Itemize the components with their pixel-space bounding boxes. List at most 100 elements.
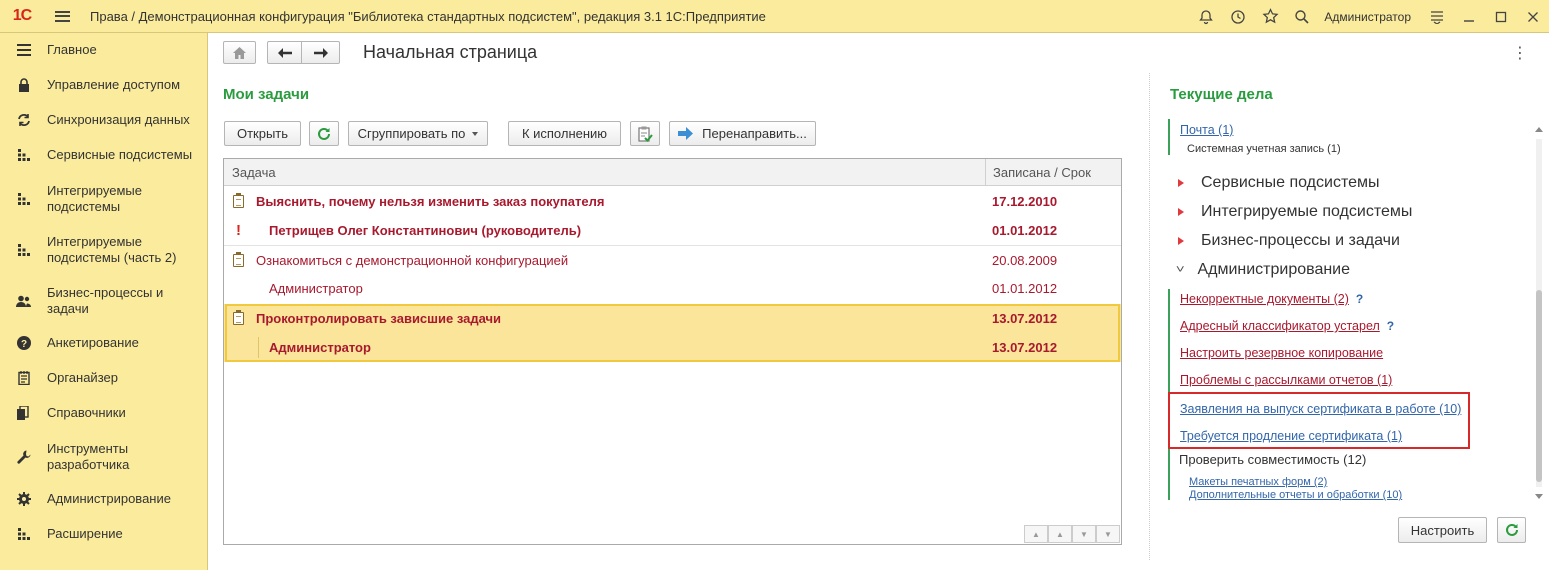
sidebar-item-integrated[interactable]: Интегрируемые подсистемы	[0, 182, 208, 216]
scroll-up-icon[interactable]: ▲	[1048, 525, 1072, 543]
caret-down-icon	[472, 131, 479, 136]
table-row-selected[interactable]: Администратор 13.07.2012	[224, 333, 1121, 362]
tasks-table: Задача Записана / Срок Выяснить, почему …	[223, 158, 1122, 545]
sidebar-item-label: Бизнес-процессы и задачи	[47, 285, 164, 316]
more-actions-icon[interactable]: ⋮	[1512, 43, 1528, 63]
bell-icon[interactable]	[1190, 0, 1222, 33]
admin-item-link[interactable]: Адресный классификатор устарел	[1180, 319, 1380, 333]
star-icon[interactable]	[1254, 0, 1286, 33]
execute-button[interactable]: К исполнению	[508, 121, 621, 146]
table-row[interactable]: Администратор 01.01.2012	[224, 274, 1121, 303]
scroll-first-icon[interactable]: ▲	[1024, 525, 1048, 543]
minimize-icon[interactable]	[1453, 0, 1485, 33]
open-button[interactable]: Открыть	[224, 121, 301, 146]
admin-item-link[interactable]: Некорректные документы (2)	[1180, 292, 1349, 306]
history-icon[interactable]	[1222, 0, 1254, 33]
window-title: Права / Демонстрационная конфигурация "Б…	[90, 8, 766, 24]
sync-icon	[0, 113, 47, 127]
tasks-section-title: Мои задачи	[223, 86, 310, 103]
svg-text:?: ?	[20, 339, 26, 350]
scrollbar-thumb[interactable]	[1536, 290, 1542, 482]
home-button[interactable]	[223, 41, 256, 64]
maximize-icon[interactable]	[1485, 0, 1517, 33]
sidebar-item-label: Синхронизация данных	[47, 112, 190, 127]
settings-menu-icon[interactable]	[1421, 0, 1453, 33]
mail-link-text[interactable]: Почта (1)	[1180, 123, 1233, 137]
refresh-button[interactable]	[309, 121, 339, 146]
admin-item-incorrect-docs[interactable]: Некорректные документы (2)?	[1180, 291, 1363, 306]
compat-link[interactable]: Дополнительные отчеты и обработки (10)	[1189, 489, 1402, 501]
main-menu-button[interactable]	[44, 0, 80, 33]
sidebar-item-label: Справочники	[47, 405, 126, 420]
sidebar-item-bp[interactable]: Бизнес-процессы и задачи	[0, 284, 208, 318]
category-integrated[interactable]: Интегрируемые подсистемы	[1175, 203, 1412, 221]
admin-item-link[interactable]: Проблемы с рассылками отчетов (1)	[1180, 373, 1392, 387]
refresh-current-button[interactable]	[1497, 517, 1526, 543]
table-row[interactable]: ! Петрищев Олег Константинович (руководи…	[224, 216, 1121, 245]
sidebar-item-extension[interactable]: Расширение	[0, 526, 208, 542]
table-row[interactable]: Выяснить, почему нельзя изменить заказ п…	[224, 187, 1121, 216]
sidebar-item-main[interactable]: Главное	[0, 42, 208, 58]
table-row[interactable]: Ознакомиться с демонстрационной конфигур…	[224, 245, 1121, 274]
category-label: Сервисные подсистемы	[1201, 174, 1380, 191]
page-title: Начальная страница	[363, 42, 538, 62]
app-logo: 1С	[12, 7, 32, 24]
table-row-selected[interactable]: Проконтролировать зависшие задачи 13.07.…	[224, 304, 1121, 333]
settings-button[interactable]: Настроить	[1398, 517, 1487, 543]
admin-item-mailing[interactable]: Проблемы с рассылками отчетов (1)	[1180, 372, 1392, 387]
sidebar-item-access[interactable]: Управление доступом	[0, 77, 208, 93]
chevron-down-icon: ˅	[1175, 264, 1185, 276]
scroll-last-icon[interactable]: ▼	[1096, 525, 1120, 543]
back-button[interactable]	[267, 41, 302, 64]
sidebar-item-admin[interactable]: Администрирование	[0, 491, 208, 507]
sidebar-item-label: Интегрируемые подсистемы (часть 2)	[47, 234, 177, 265]
table-navigation: ▲ ▲ ▼ ▼	[1024, 525, 1120, 543]
redirect-button[interactable]: Перенаправить...	[669, 121, 816, 146]
category-service[interactable]: Сервисные подсистемы	[1175, 174, 1380, 192]
compat-sub-reports[interactable]: Дополнительные отчеты и обработки (10)	[1189, 486, 1402, 501]
task-date: 20.08.2009	[992, 253, 1058, 268]
sidebar-item-label: Управление доступом	[47, 77, 181, 92]
forward-button[interactable]	[302, 41, 340, 64]
sidebar-item-integrated-2[interactable]: Интегрируемые подсистемы (часть 2)	[0, 233, 208, 267]
task-icon	[233, 310, 244, 325]
expand-triangle-icon	[1178, 208, 1184, 216]
task-performer: Администратор	[269, 281, 363, 296]
search-icon[interactable]	[1286, 0, 1318, 33]
category-admin[interactable]: ˅ Администрирование	[1175, 261, 1350, 279]
column-header-task[interactable]: Задача	[224, 159, 276, 186]
sidebar-item-label: Инструменты разработчика	[47, 441, 130, 472]
close-icon[interactable]	[1517, 0, 1549, 33]
right-panel-scrollbar[interactable]	[1534, 125, 1544, 502]
column-header-date[interactable]: Записана / Срок	[985, 159, 1091, 186]
sidebar-item-label: Органайзер	[47, 370, 118, 385]
admin-item-link[interactable]: Настроить резервное копирование	[1180, 346, 1383, 360]
task-icon	[233, 252, 244, 267]
scroll-up-arrow-icon[interactable]	[1535, 127, 1543, 132]
task-text: Проконтролировать зависшие задачи	[256, 311, 502, 326]
task-date: 13.07.2012	[992, 311, 1058, 326]
sidebar-item-survey[interactable]: ? Анкетирование	[0, 335, 208, 351]
clipboard-check-icon	[638, 126, 653, 142]
arrow-left-icon	[277, 47, 292, 58]
scroll-down-arrow-icon[interactable]	[1535, 494, 1543, 499]
group-by-button[interactable]: Сгруппировать по	[348, 121, 488, 146]
help-icon[interactable]: ?	[1356, 292, 1363, 306]
sidebar-item-service[interactable]: Сервисные подсистемы	[0, 147, 208, 163]
home-icon	[233, 46, 246, 59]
admin-item-backup[interactable]: Настроить резервное копирование	[1180, 345, 1383, 360]
scroll-down-icon[interactable]: ▼	[1072, 525, 1096, 543]
accept-task-button[interactable]	[630, 121, 660, 146]
category-label: Администрирование	[1197, 261, 1351, 278]
sidebar-item-devtools[interactable]: Инструменты разработчика	[0, 440, 208, 474]
sidebar-item-sync[interactable]: Синхронизация данных	[0, 112, 208, 128]
user-name[interactable]: Администратор	[1324, 10, 1411, 24]
mail-sub: Системная учетная запись (1)	[1187, 143, 1341, 155]
sidebar-item-organizer[interactable]: Органайзер	[0, 370, 208, 386]
sidebar-item-catalogs[interactable]: Справочники	[0, 405, 208, 421]
mail-link[interactable]: Почта (1)	[1180, 122, 1233, 137]
task-performer: Администратор	[269, 340, 371, 355]
category-bp[interactable]: Бизнес-процессы и задачи	[1175, 232, 1400, 250]
admin-item-address[interactable]: Адресный классификатор устарел?	[1180, 318, 1394, 333]
help-icon[interactable]: ?	[1387, 319, 1394, 333]
